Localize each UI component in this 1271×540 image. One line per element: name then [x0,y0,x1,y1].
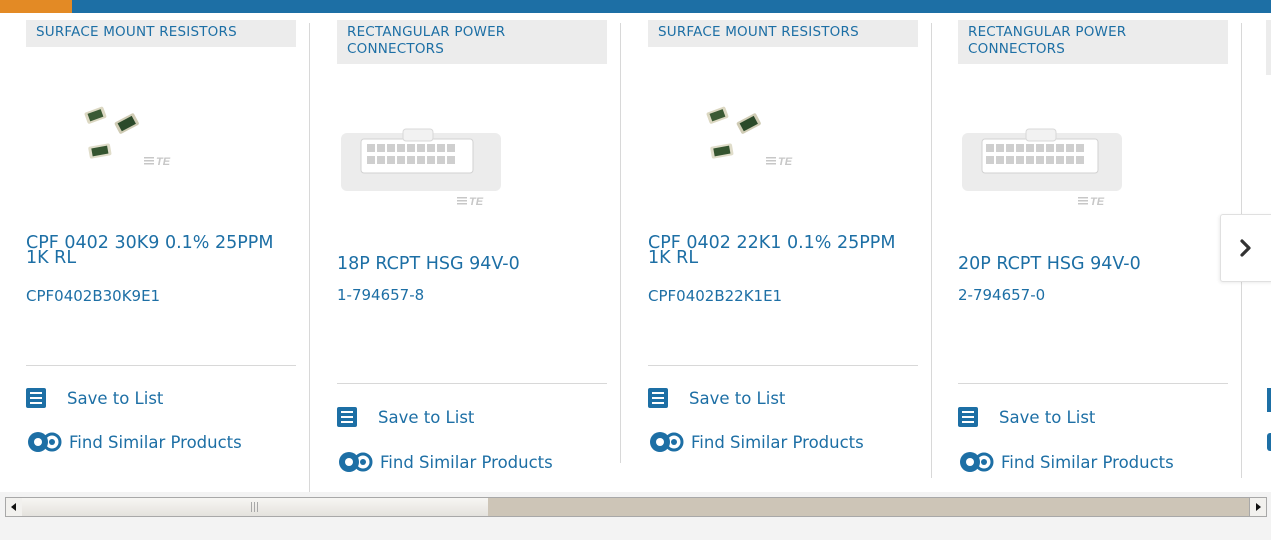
find-similar-label: Find Similar Products [1001,452,1174,472]
product-category[interactable]: RECTANGULAR POWER CONNECTORS [958,20,1228,64]
te-logo-text: TE [469,196,484,208]
product-title-link[interactable]: CPF 0402 30K9 0.1% 25PPM 1K RL [26,234,296,267]
card-divider [309,23,310,492]
partial-gears-icon [1267,433,1271,451]
product-category[interactable]: SURFACE MOUNT RESISTORS [648,20,918,47]
find-similar-label: Find Similar Products [69,432,242,452]
partial-checklist-icon [1267,388,1271,412]
carousel-next-button[interactable] [1220,214,1271,282]
save-to-list-label: Save to List [689,388,786,408]
gears-icon [337,450,377,474]
part-number-link[interactable]: CPF0402B30K9E1 [26,287,160,305]
card-divider [620,23,621,463]
product-image-resistors[interactable]: TE [26,95,296,215]
arrow-left-icon [11,503,16,511]
horizontal-scrollbar[interactable] [5,497,1267,517]
te-logo [457,197,467,205]
product-card: RECTANGULAR POWER CONNECTORS TE 20P RCPT… [932,13,1242,488]
save-to-list-label: Save to List [999,407,1096,427]
card-separator [26,365,296,366]
find-similar-products-button[interactable]: Find Similar Products [648,430,864,454]
product-category[interactable]: SURFACE MOUNT RESISTORS [26,20,296,47]
product-image-connector[interactable]: TE [958,111,1228,231]
save-to-list-button[interactable]: Save to List [337,407,474,427]
product-title-link[interactable]: 20P RCPT HSG 94V-0 [958,255,1228,273]
te-logo [144,157,154,165]
product-card: RECTANGULAR POWER CONNECTORS TE 18P RCPT… [311,13,621,488]
scroll-right-button[interactable] [1249,498,1266,516]
te-logo-text: TE [156,156,171,168]
scroll-left-button[interactable] [6,498,23,516]
save-to-list-button[interactable]: Save to List [958,407,1095,427]
product-card: SURFACE MOUNT RESISTORS TE CPF 0402 22K1… [622,13,932,488]
card-separator [337,383,607,384]
gears-icon [958,450,998,474]
checklist-icon [648,388,668,408]
save-to-list-button[interactable]: Save to List [648,388,785,408]
find-similar-label: Find Similar Products [380,452,553,472]
save-to-list-label: Save to List [67,388,164,408]
product-card: SURFACE MOUNT RESISTORS TE CPF 0402 30K9… [0,13,310,492]
save-to-list-button[interactable]: Save to List [26,388,163,408]
find-similar-products-button[interactable]: Find Similar Products [958,450,1174,474]
scrollbar-track[interactable] [488,498,1250,516]
arrow-right-icon [1256,503,1261,511]
te-logo [766,157,776,165]
checklist-icon [26,388,46,408]
grip-icon [251,502,258,512]
chevron-right-icon [1240,239,1251,257]
part-number-link[interactable]: 2-794657-0 [958,286,1045,304]
card-separator [958,383,1228,384]
product-image-connector[interactable]: TE [337,111,607,231]
product-carousel: SURFACE MOUNT RESISTORS TE CPF 0402 30K9… [0,0,1271,492]
find-similar-products-button[interactable]: Find Similar Products [26,430,242,454]
part-number-link[interactable]: 1-794657-8 [337,286,424,304]
part-number-link[interactable]: CPF0402B22K1E1 [648,287,782,305]
card-separator [648,365,918,366]
te-logo-text: TE [1090,196,1105,208]
top-color-bar [0,0,1271,13]
product-title-link[interactable]: 18P RCPT HSG 94V-0 [337,255,607,273]
te-logo-text: TE [778,156,793,168]
scrollbar-thumb[interactable] [22,498,489,516]
partial-category-box [1266,20,1271,75]
product-image-resistors[interactable]: TE [648,95,918,215]
gears-icon [648,430,688,454]
find-similar-label: Find Similar Products [691,432,864,452]
product-title-link[interactable]: CPF 0402 22K1 0.1% 25PPM 1K RL [648,234,918,267]
find-similar-products-button[interactable]: Find Similar Products [337,450,553,474]
te-logo [1078,197,1088,205]
product-category[interactable]: RECTANGULAR POWER CONNECTORS [337,20,607,64]
top-bar-accent [0,0,72,13]
checklist-icon [958,407,978,427]
gears-icon [26,430,66,454]
checklist-icon [337,407,357,427]
save-to-list-label: Save to List [378,407,475,427]
